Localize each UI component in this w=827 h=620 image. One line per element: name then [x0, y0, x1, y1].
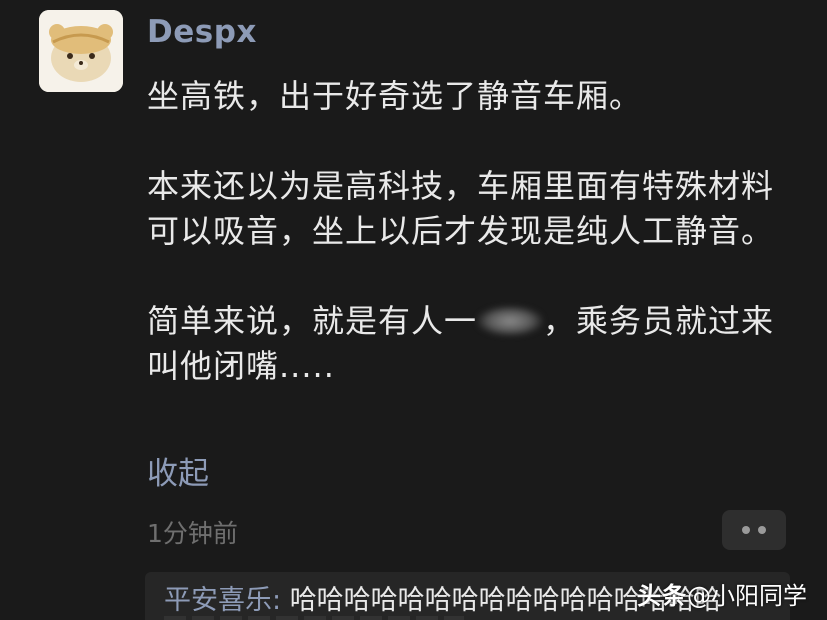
reply-separator: :	[272, 585, 290, 616]
more-dots-icon	[742, 526, 750, 534]
comment-paragraph: 本来还以为是高科技，车厢里面有特殊材料可以吸音，坐上以后才发现是纯人工静音。	[147, 167, 775, 250]
reply-author[interactable]: 平安喜乐	[164, 585, 272, 616]
watermark-brand: 头条	[637, 582, 687, 610]
reply-overflow-text	[164, 616, 464, 620]
comment-paragraph: 坐高铁，出于好奇选了静音车厢。	[147, 77, 643, 115]
comment-text: 简单来说，就是有人一	[147, 302, 478, 340]
watermark-handle: @小阳同学	[687, 582, 807, 610]
collapse-link[interactable]: 收起	[147, 448, 209, 493]
user-avatar[interactable]	[39, 10, 123, 92]
comment-timestamp: 1分钟前	[147, 519, 238, 548]
watermark: 头条@小阳同学	[637, 576, 807, 611]
more-options-button[interactable]	[722, 510, 786, 550]
censored-blur	[477, 306, 544, 336]
comment-paragraph: 简单来说，就是有人一 ，乘务员就过来叫他闭嘴.....	[147, 299, 787, 389]
comment-body: 坐高铁，出于好奇选了静音车厢。 本来还以为是高科技，车厢里面有特殊材料可以吸音，…	[147, 74, 787, 389]
username[interactable]: Despx	[147, 14, 257, 50]
comment-screen: Despx 坐高铁，出于好奇选了静音车厢。 本来还以为是高科技，车厢里面有特殊材…	[0, 0, 827, 620]
more-dots-icon	[758, 526, 766, 534]
bear-avatar-icon	[39, 10, 123, 92]
